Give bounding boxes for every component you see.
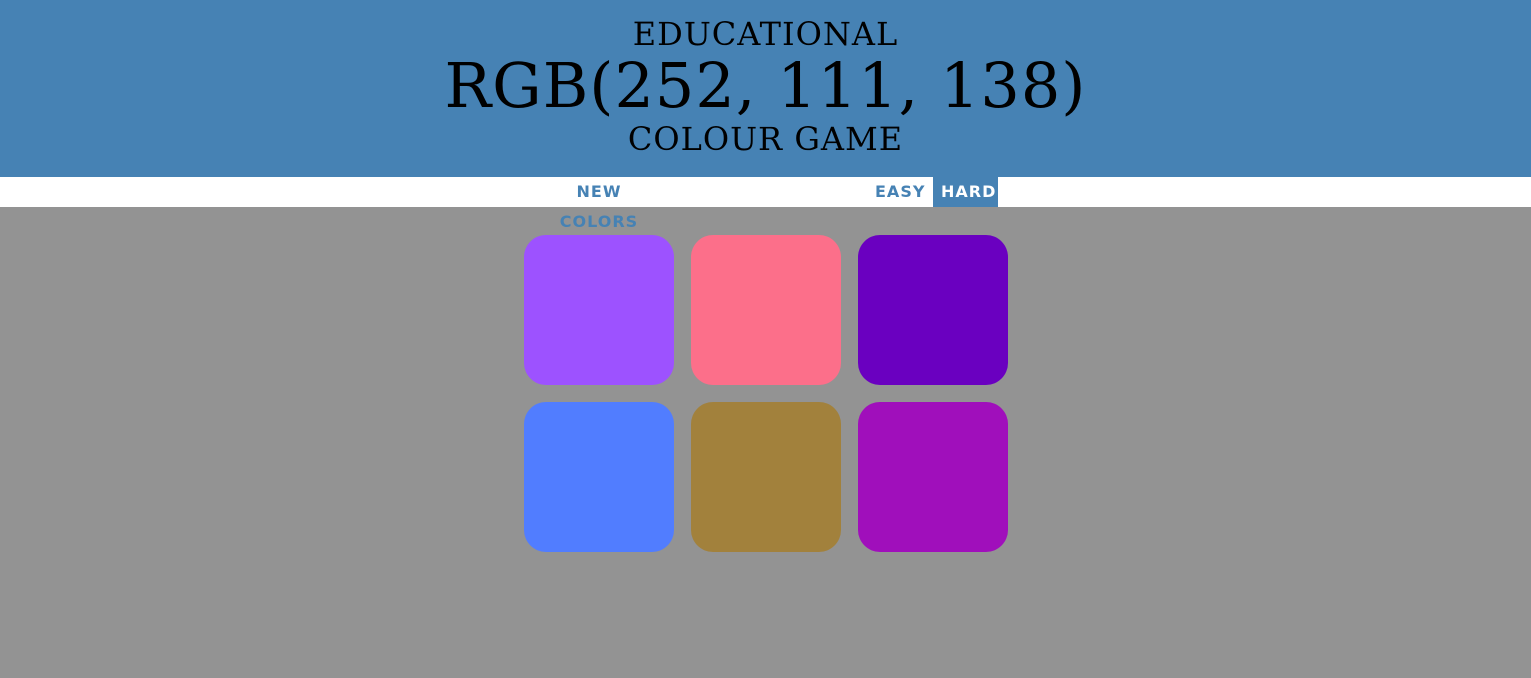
control-bar: NEW COLORS EASY HARD — [0, 177, 1531, 231]
new-colors-button[interactable]: NEW COLORS — [534, 177, 664, 231]
color-square[interactable] — [524, 402, 674, 552]
target-rgb-display: RGB(252, 111, 138) — [444, 49, 1087, 122]
easy-mode-button[interactable]: EASY — [867, 177, 933, 207]
color-square[interactable] — [691, 235, 841, 385]
header-title-bottom: COLOUR GAME — [627, 120, 904, 158]
color-square[interactable] — [691, 402, 841, 552]
header: EDUCATIONAL RGB(252, 111, 138) COLOUR GA… — [0, 0, 1531, 177]
color-square[interactable] — [858, 235, 1008, 385]
color-square[interactable] — [524, 235, 674, 385]
hard-mode-button[interactable]: HARD — [933, 177, 998, 207]
color-square[interactable] — [858, 402, 1008, 552]
